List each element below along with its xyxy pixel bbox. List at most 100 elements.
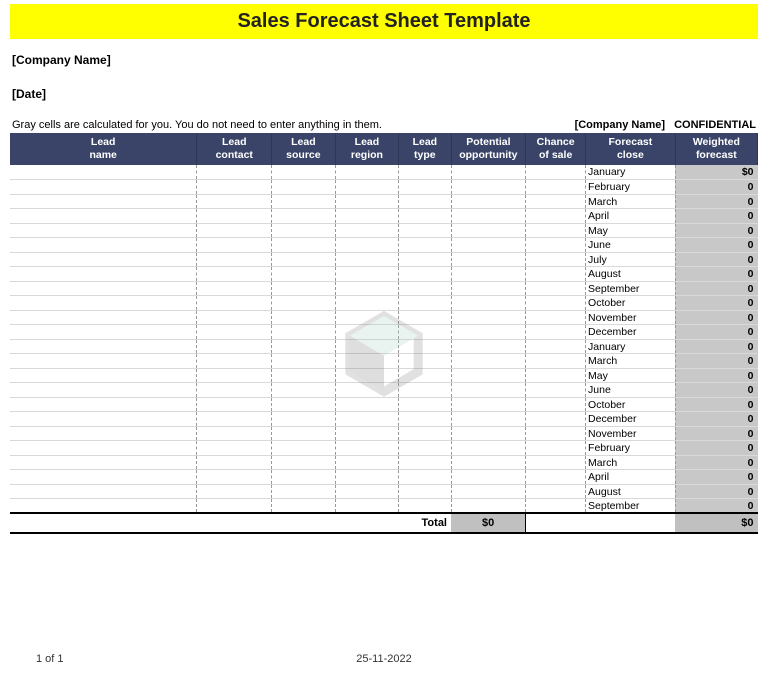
cell-empty[interactable] xyxy=(272,339,336,354)
cell-empty[interactable] xyxy=(335,325,399,340)
cell-empty[interactable] xyxy=(399,238,451,253)
cell-empty[interactable] xyxy=(335,165,399,180)
cell-empty[interactable] xyxy=(451,310,526,325)
cell-forecast-close[interactable]: July xyxy=(586,252,676,267)
cell-empty[interactable] xyxy=(272,252,336,267)
cell-empty[interactable] xyxy=(335,412,399,427)
cell-empty[interactable] xyxy=(197,441,272,456)
cell-empty[interactable] xyxy=(399,267,451,282)
cell-empty[interactable] xyxy=(451,499,526,514)
cell-weighted[interactable]: 0 xyxy=(675,499,757,514)
cell-empty[interactable] xyxy=(272,368,336,383)
cell-empty[interactable] xyxy=(526,194,586,209)
cell-empty[interactable] xyxy=(10,194,197,209)
cell-forecast-close[interactable]: December xyxy=(586,325,676,340)
cell-forecast-close[interactable]: August xyxy=(586,267,676,282)
cell-empty[interactable] xyxy=(399,426,451,441)
cell-empty[interactable] xyxy=(10,252,197,267)
cell-forecast-close[interactable]: December xyxy=(586,412,676,427)
cell-empty[interactable] xyxy=(399,368,451,383)
cell-empty[interactable] xyxy=(10,441,197,456)
cell-empty[interactable] xyxy=(197,426,272,441)
cell-empty[interactable] xyxy=(10,165,197,180)
cell-empty[interactable] xyxy=(272,209,336,224)
cell-empty[interactable] xyxy=(272,194,336,209)
cell-empty[interactable] xyxy=(399,383,451,398)
cell-empty[interactable] xyxy=(399,354,451,369)
cell-empty[interactable] xyxy=(272,310,336,325)
cell-weighted[interactable]: $0 xyxy=(675,165,757,180)
cell-empty[interactable] xyxy=(197,339,272,354)
cell-empty[interactable] xyxy=(272,470,336,485)
cell-empty[interactable] xyxy=(335,368,399,383)
cell-weighted[interactable]: 0 xyxy=(675,426,757,441)
cell-empty[interactable] xyxy=(197,383,272,398)
cell-empty[interactable] xyxy=(197,238,272,253)
cell-empty[interactable] xyxy=(197,281,272,296)
cell-empty[interactable] xyxy=(451,165,526,180)
cell-empty[interactable] xyxy=(272,484,336,499)
cell-forecast-close[interactable]: February xyxy=(586,180,676,195)
cell-empty[interactable] xyxy=(10,180,197,195)
cell-empty[interactable] xyxy=(335,484,399,499)
cell-empty[interactable] xyxy=(335,223,399,238)
cell-empty[interactable] xyxy=(335,209,399,224)
cell-empty[interactable] xyxy=(526,426,586,441)
cell-empty[interactable] xyxy=(335,354,399,369)
cell-empty[interactable] xyxy=(451,252,526,267)
cell-weighted[interactable]: 0 xyxy=(675,383,757,398)
cell-forecast-close[interactable]: October xyxy=(586,397,676,412)
cell-empty[interactable] xyxy=(399,281,451,296)
cell-empty[interactable] xyxy=(451,223,526,238)
cell-empty[interactable] xyxy=(526,397,586,412)
cell-forecast-close[interactable]: May xyxy=(586,368,676,383)
cell-empty[interactable] xyxy=(526,252,586,267)
cell-empty[interactable] xyxy=(272,165,336,180)
cell-empty[interactable] xyxy=(10,397,197,412)
cell-empty[interactable] xyxy=(451,267,526,282)
cell-empty[interactable] xyxy=(399,180,451,195)
cell-empty[interactable] xyxy=(10,354,197,369)
cell-empty[interactable] xyxy=(197,397,272,412)
cell-empty[interactable] xyxy=(451,383,526,398)
cell-forecast-close[interactable]: March xyxy=(586,455,676,470)
cell-empty[interactable] xyxy=(399,339,451,354)
cell-empty[interactable] xyxy=(197,223,272,238)
cell-empty[interactable] xyxy=(451,455,526,470)
cell-empty[interactable] xyxy=(272,397,336,412)
cell-empty[interactable] xyxy=(526,455,586,470)
cell-weighted[interactable]: 0 xyxy=(675,484,757,499)
cell-empty[interactable] xyxy=(451,484,526,499)
cell-weighted[interactable]: 0 xyxy=(675,455,757,470)
cell-empty[interactable] xyxy=(451,209,526,224)
cell-empty[interactable] xyxy=(197,499,272,514)
cell-empty[interactable] xyxy=(335,455,399,470)
cell-empty[interactable] xyxy=(335,296,399,311)
cell-empty[interactable] xyxy=(399,252,451,267)
cell-empty[interactable] xyxy=(526,296,586,311)
cell-empty[interactable] xyxy=(451,354,526,369)
cell-empty[interactable] xyxy=(197,354,272,369)
cell-forecast-close[interactable]: September xyxy=(586,499,676,514)
cell-empty[interactable] xyxy=(10,455,197,470)
cell-weighted[interactable]: 0 xyxy=(675,194,757,209)
cell-empty[interactable] xyxy=(399,484,451,499)
cell-empty[interactable] xyxy=(399,165,451,180)
cell-forecast-close[interactable]: April xyxy=(586,209,676,224)
cell-empty[interactable] xyxy=(526,223,586,238)
cell-empty[interactable] xyxy=(451,296,526,311)
cell-empty[interactable] xyxy=(197,209,272,224)
cell-empty[interactable] xyxy=(526,412,586,427)
cell-empty[interactable] xyxy=(335,499,399,514)
cell-weighted[interactable]: 0 xyxy=(675,441,757,456)
cell-empty[interactable] xyxy=(10,281,197,296)
cell-empty[interactable] xyxy=(10,310,197,325)
cell-empty[interactable] xyxy=(335,339,399,354)
cell-weighted[interactable]: 0 xyxy=(675,296,757,311)
cell-forecast-close[interactable]: November xyxy=(586,310,676,325)
cell-empty[interactable] xyxy=(335,310,399,325)
cell-forecast-close[interactable]: January xyxy=(586,165,676,180)
cell-empty[interactable] xyxy=(10,499,197,514)
cell-weighted[interactable]: 0 xyxy=(675,310,757,325)
cell-empty[interactable] xyxy=(10,339,197,354)
